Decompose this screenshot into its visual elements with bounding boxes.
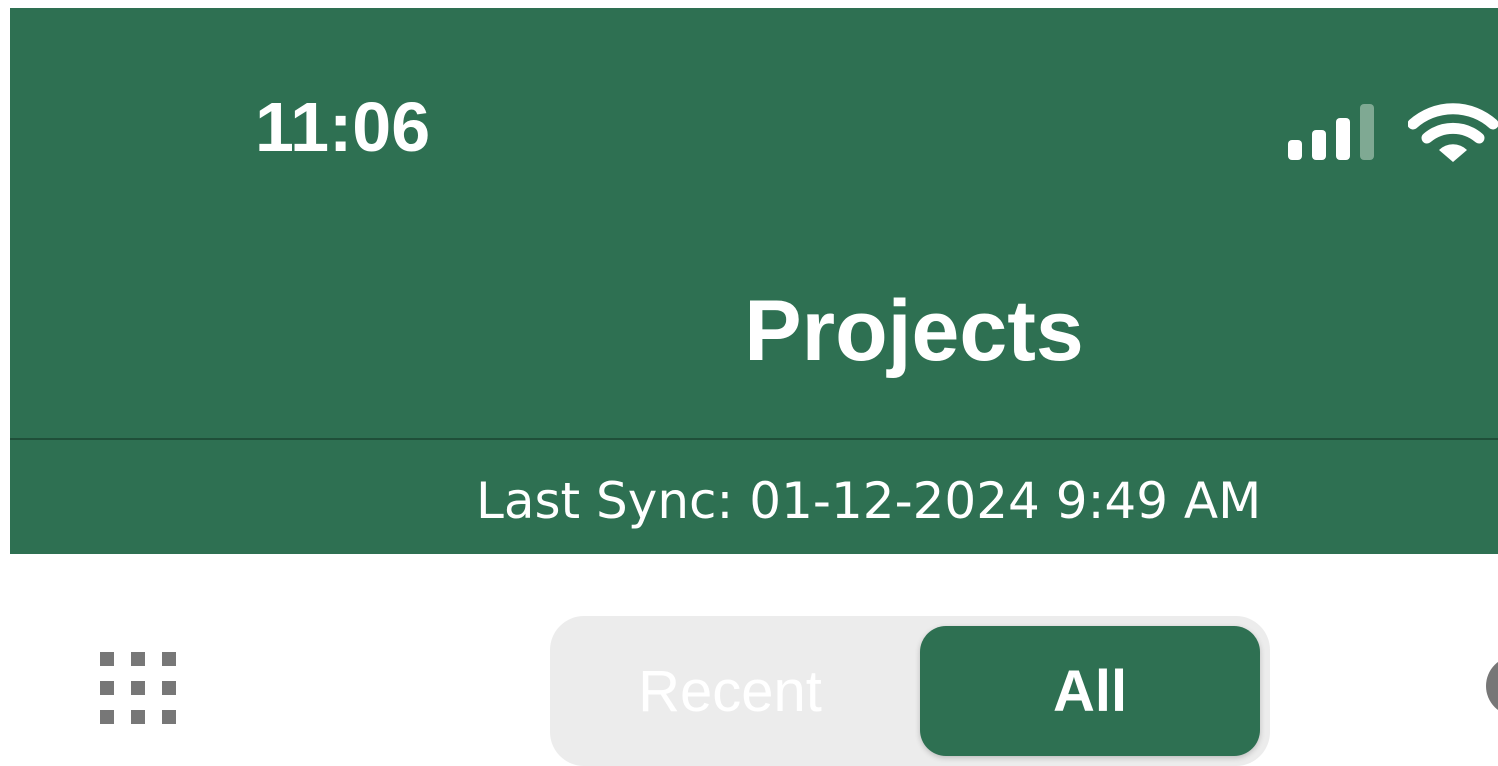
status-time: 11:06	[255, 88, 431, 166]
wifi-icon	[1408, 103, 1498, 162]
segment-recent[interactable]: Recent	[550, 616, 910, 766]
page-title-text: Projects	[744, 283, 1084, 379]
recent-all-segmented-control: Recent All	[550, 616, 1270, 766]
page-title: Projects	[10, 288, 1498, 374]
segment-all[interactable]: All	[920, 626, 1260, 756]
last-sync-label: Last Sync: 01-12-2024 9:49 AM	[476, 472, 1262, 530]
app-header: 11:06 Projects Last Sync: 01-12-2024 9:4…	[10, 8, 1498, 554]
cellular-signal-icon	[1288, 104, 1374, 160]
info-icon[interactable]	[1486, 656, 1498, 716]
header-divider	[10, 438, 1498, 440]
grid-menu-icon[interactable]	[100, 652, 176, 724]
